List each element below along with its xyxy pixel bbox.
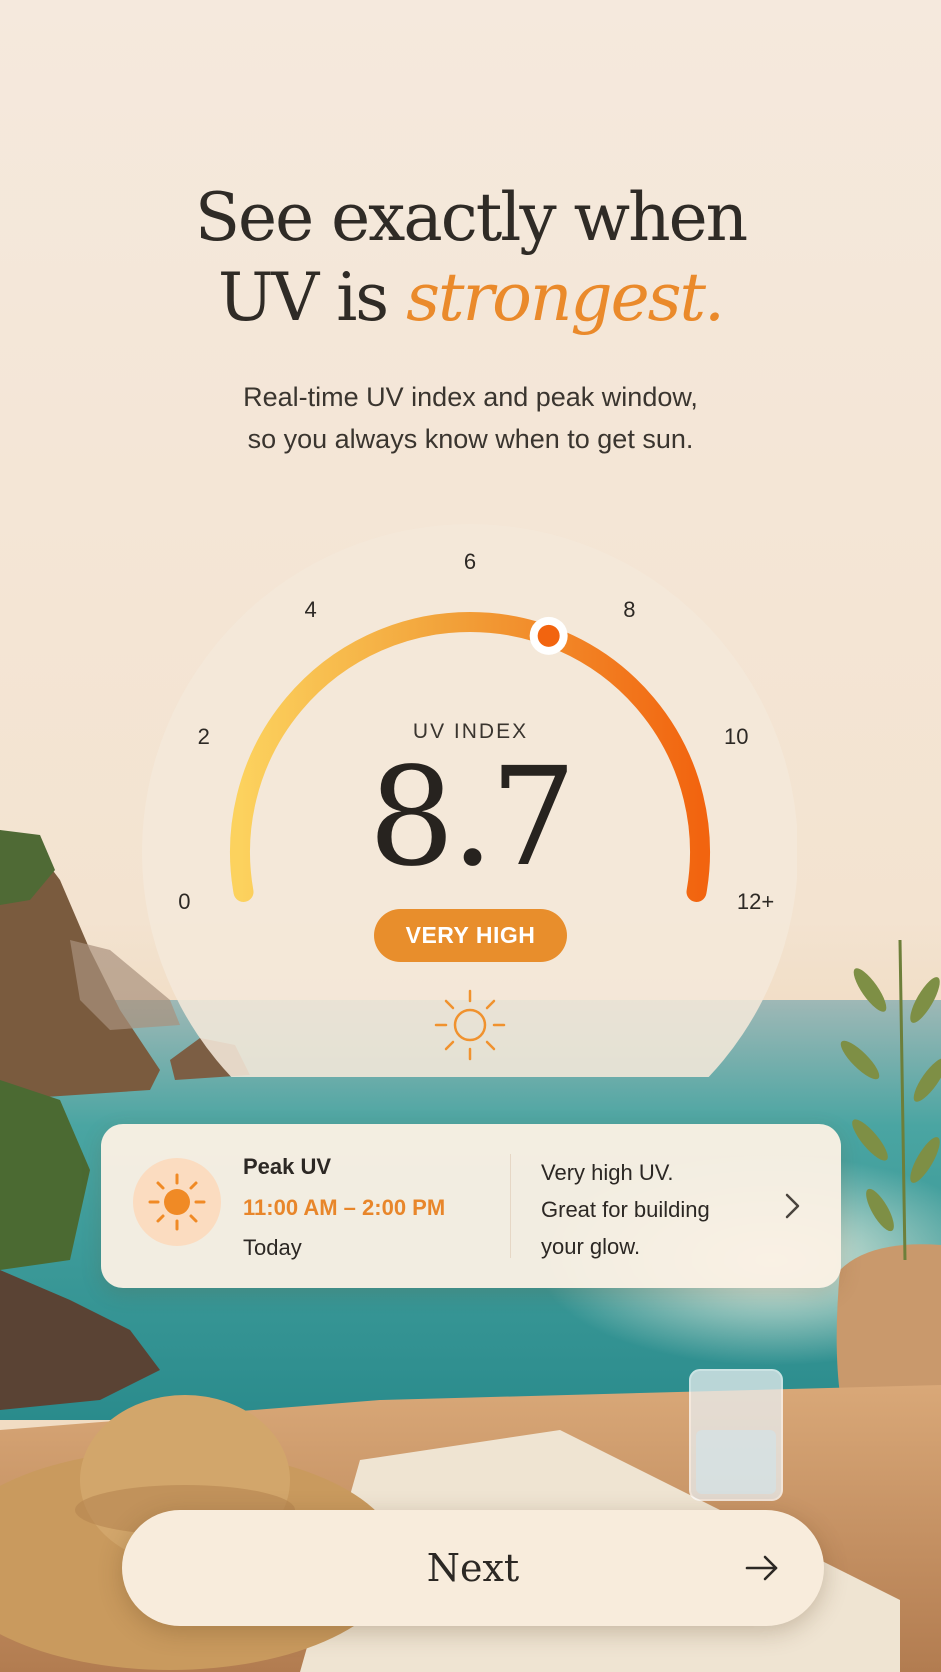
subtitle-line2: so you always know when to get sun. (247, 424, 694, 454)
arrow-right-icon (745, 1555, 778, 1581)
headline-line2: UV is strongest. (0, 258, 941, 338)
headline: See exactly when UV is strongest. (0, 178, 941, 338)
peak-title: Peak UV (243, 1154, 332, 1179)
headline-line1: See exactly when (194, 179, 748, 256)
headline-accent: strongest. (406, 259, 725, 336)
uv-index-value: 8.7 (368, 739, 576, 897)
sun-icon (434, 989, 506, 1061)
peak-time-window: 11:00 AM – 2:00 PM (243, 1195, 446, 1220)
sun-filled-icon (148, 1173, 206, 1231)
peak-desc-line3: your glow. (541, 1234, 641, 1259)
gauge-tick-label: 8 (623, 596, 636, 622)
gauge-indicator-dot (537, 624, 560, 647)
uv-level-badge: VERY HIGH (374, 909, 567, 962)
gauge-tick-label: 0 (178, 889, 191, 915)
peak-uv-card[interactable]: Peak UV 11:00 AM – 2:00 PM Today Very hi… (101, 1124, 841, 1288)
subtitle: Real-time UV index and peak window, so y… (0, 376, 941, 460)
headline-prefix: UV is (217, 259, 407, 336)
next-button-label: Next (426, 1546, 520, 1590)
gauge-tick-label: 12+ (736, 889, 775, 915)
peak-desc-line1: Very high UV. (541, 1160, 674, 1185)
divider (510, 1154, 511, 1258)
chevron-right-icon[interactable] (777, 1188, 807, 1224)
peak-desc-line2: Great for building (541, 1197, 710, 1222)
gauge-tick-label: 4 (304, 596, 317, 622)
peak-day: Today (243, 1235, 302, 1260)
peak-description: Very high UV. Great for building your gl… (541, 1154, 761, 1265)
gauge-tick-label: 6 (463, 549, 477, 574)
peak-sun-badge (133, 1158, 221, 1246)
next-button[interactable]: Next (122, 1510, 824, 1626)
subtitle-line1: Real-time UV index and peak window, (243, 382, 698, 412)
